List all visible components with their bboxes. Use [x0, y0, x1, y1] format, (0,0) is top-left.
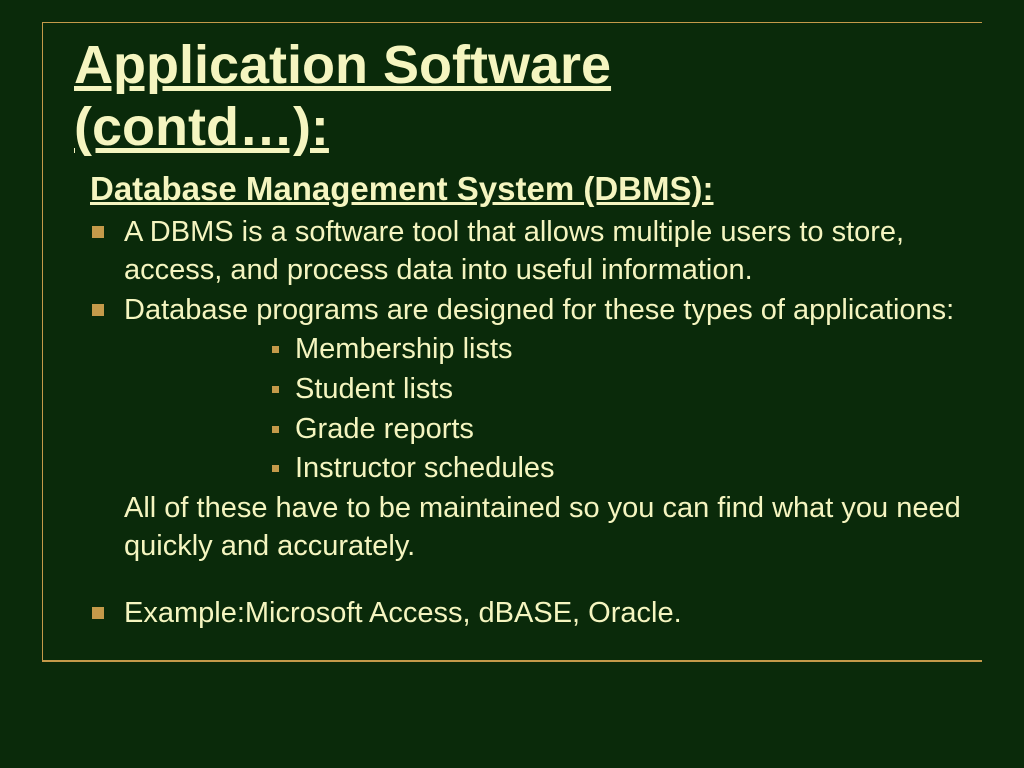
sub-bullet-text: Student lists [295, 371, 453, 409]
title-line-2: (contd…): [74, 97, 329, 157]
bullet-item: A DBMS is a software tool that allows mu… [92, 214, 982, 289]
sub-bullet-text: Instructor schedules [295, 450, 555, 488]
bullet-text: A DBMS is a software tool that allows mu… [124, 214, 982, 289]
sub-bullet-icon [272, 386, 279, 393]
sub-bullet-item: Student lists [272, 371, 982, 409]
spacer [42, 565, 982, 595]
border-left [42, 22, 43, 662]
sub-bullet-item: Membership lists [272, 331, 982, 369]
bullet-icon [92, 607, 104, 619]
slide-subtitle: Database Management System (DBMS): [90, 170, 982, 208]
slide-container: Application Software (contd…): Database … [0, 0, 1024, 768]
bullet-text: Example:Microsoft Access, dBASE, Oracle. [124, 595, 682, 633]
sub-bullet-icon [272, 426, 279, 433]
sub-bullet-text: Grade reports [295, 411, 474, 449]
bullet-icon [92, 226, 104, 238]
bullet-icon [92, 304, 104, 316]
border-top [42, 22, 982, 23]
title-line-1: Application Software [74, 35, 611, 95]
border-bottom [42, 660, 982, 662]
content-area: A DBMS is a software tool that allows mu… [42, 214, 982, 633]
bullet-item: Database programs are designed for these… [92, 292, 982, 330]
sub-bullet-icon [272, 346, 279, 353]
sub-bullet-item: Instructor schedules [272, 450, 982, 488]
followup-text: All of these have to be maintained so yo… [124, 490, 962, 565]
slide-title: Application Software (contd…): [74, 34, 982, 158]
bullet-item: Example:Microsoft Access, dBASE, Oracle. [92, 595, 982, 633]
bullet-text: Database programs are designed for these… [124, 292, 954, 330]
sub-bullet-icon [272, 465, 279, 472]
sub-bullet-item: Grade reports [272, 411, 982, 449]
sub-bullet-text: Membership lists [295, 331, 513, 369]
